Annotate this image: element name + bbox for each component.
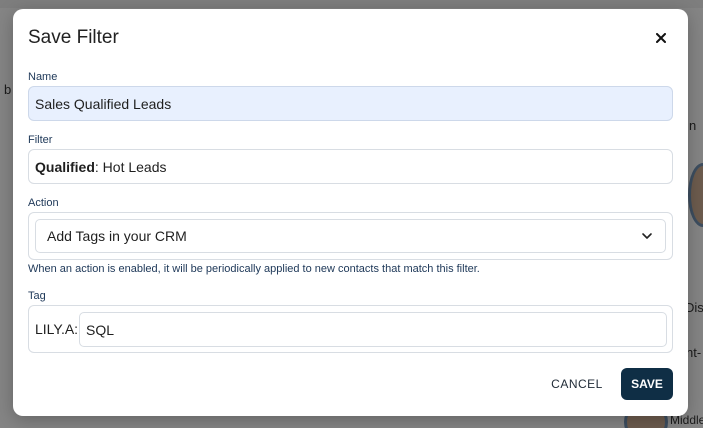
tag-input[interactable] <box>79 312 667 347</box>
action-selected-value: Add Tags in your CRM <box>47 228 187 244</box>
tag-container: LILY.A: <box>28 305 673 353</box>
tag-label: Tag <box>28 290 46 302</box>
filter-label: Filter <box>28 134 53 146</box>
tag-prefix: LILY.A: <box>35 321 79 337</box>
name-value: Sales Qualified Leads <box>35 95 172 112</box>
filter-value: : Hot Leads <box>94 158 167 175</box>
close-button[interactable] <box>651 28 671 48</box>
action-select[interactable]: Add Tags in your CRM <box>35 219 666 253</box>
cancel-button[interactable]: CANCEL <box>545 371 609 397</box>
name-field[interactable]: Sales Qualified Leads <box>28 86 673 121</box>
close-icon <box>656 33 666 43</box>
save-filter-dialog: Save Filter Name Sales Qualified Leads F… <box>13 9 688 416</box>
action-hint: When an action is enabled, it will be pe… <box>28 263 480 275</box>
chevron-down-icon <box>642 233 652 239</box>
dialog-title: Save Filter <box>28 27 119 48</box>
action-container: Add Tags in your CRM <box>28 212 673 260</box>
filter-key: Qualified <box>35 158 95 175</box>
filter-field: Qualified: Hot Leads <box>28 149 673 184</box>
action-label: Action <box>28 197 59 209</box>
save-button[interactable]: SAVE <box>621 368 673 400</box>
name-label: Name <box>28 71 58 83</box>
